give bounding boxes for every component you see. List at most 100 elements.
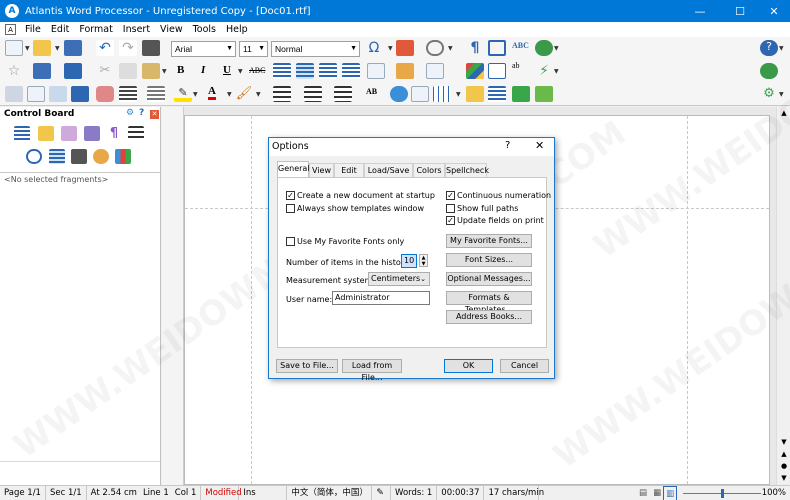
chevron-down-icon[interactable]: ▼ (256, 91, 261, 98)
favorite-fonts-only-checkbox[interactable] (286, 237, 295, 246)
cancel-button[interactable]: Cancel (500, 359, 549, 373)
status-insert-mode[interactable]: Ins (239, 485, 288, 500)
save-as-icon[interactable] (33, 63, 51, 79)
close-button[interactable]: ✕ (756, 0, 790, 22)
maximize-button[interactable]: ☐ (722, 0, 758, 22)
underline-button[interactable]: U (223, 64, 231, 76)
measurement-system-select[interactable]: Centimeters ⌄ (368, 272, 430, 286)
indent-icon[interactable] (147, 86, 165, 102)
browse-object-button[interactable]: ● (778, 461, 790, 472)
styles-icon[interactable]: ¶ (106, 126, 122, 141)
font-color-button[interactable]: A (208, 85, 216, 100)
status-editing-time[interactable]: 00:00:37 (437, 485, 485, 500)
dialog-help-button[interactable]: ? (505, 140, 510, 151)
bold-button[interactable]: B (177, 64, 184, 76)
replace-abc-icon[interactable]: ab (512, 62, 520, 70)
dialog-close-button[interactable]: ✕ (535, 139, 544, 152)
user-name-input[interactable]: Administrator (332, 291, 430, 305)
status-position[interactable]: At 2.54 cm (87, 486, 141, 500)
tab-colors[interactable]: Colors (413, 163, 445, 177)
chevron-down-icon[interactable]: ▼ (238, 68, 243, 75)
align-right-icon[interactable] (319, 63, 337, 79)
line-spacing-icon[interactable] (119, 86, 137, 102)
eraser-icon[interactable] (96, 86, 114, 102)
insert-picture-icon[interactable] (396, 63, 414, 79)
create-new-document-checkbox[interactable]: ✓ (286, 191, 295, 200)
highlight-marker-icon[interactable]: ✎ (174, 86, 192, 102)
ruler-toggle-icon[interactable] (488, 86, 506, 102)
color-palette-icon[interactable] (466, 63, 484, 79)
scroll-down-button[interactable]: ▼ (778, 437, 790, 448)
align-center-icon[interactable] (296, 63, 314, 79)
chevron-down-icon[interactable]: ▼ (55, 45, 60, 52)
full-screen-icon[interactable] (488, 40, 506, 56)
status-language[interactable]: 中文（简体，中国） (287, 485, 373, 500)
menu-view[interactable]: View (155, 24, 188, 35)
page-layout-view-icon[interactable]: ▥ (663, 485, 678, 500)
font-name-select[interactable]: Arial ▼ (171, 41, 236, 57)
bullet-list-icon[interactable] (273, 86, 291, 102)
world-icon[interactable] (760, 63, 778, 79)
chevron-down-icon[interactable]: ▼ (388, 45, 393, 52)
notes-icon[interactable] (466, 86, 484, 102)
addon-icon[interactable] (535, 86, 553, 102)
tab-spellcheck[interactable]: Spellcheck (445, 163, 489, 177)
autocorrect-icon[interactable] (93, 149, 109, 164)
status-zoom[interactable]: 100% (758, 486, 790, 500)
outline-icon[interactable] (49, 149, 65, 164)
help-icon[interactable]: ? (760, 40, 778, 56)
menu-help[interactable]: Help (221, 24, 253, 35)
next-page-button[interactable]: ▼ (778, 473, 790, 484)
find-binoculars-icon[interactable] (71, 149, 87, 164)
status-line[interactable]: Line 1 (141, 486, 171, 500)
chevron-down-icon[interactable]: ▼ (554, 68, 559, 75)
page-layout-icon[interactable] (488, 63, 506, 79)
insert-object-icon[interactable] (426, 63, 444, 79)
fragments-icon[interactable] (61, 126, 77, 141)
email-icon[interactable] (64, 63, 82, 79)
print-preview-icon[interactable] (49, 86, 67, 102)
redo-icon[interactable]: ↷ (119, 40, 137, 56)
menu-insert[interactable]: Insert (118, 24, 155, 35)
paste-icon[interactable] (142, 63, 160, 79)
edit-document-icon[interactable] (27, 86, 45, 102)
align-justify-icon[interactable] (342, 63, 360, 79)
numbered-list-icon[interactable] (304, 86, 322, 102)
bookmarks-icon[interactable] (38, 126, 54, 141)
paragraph-marks-icon[interactable]: ¶ (466, 40, 484, 56)
scroll-up-button[interactable]: ▲ (778, 108, 790, 119)
calendar-icon[interactable] (396, 40, 414, 56)
cut-scissors-icon[interactable]: ✂ (96, 63, 114, 79)
print-icon[interactable] (5, 86, 23, 102)
continuous-numeration-checkbox[interactable]: ✓ (446, 191, 455, 200)
status-section[interactable]: Sec 1/1 (46, 485, 87, 500)
tab-load-save[interactable]: Load/Save (364, 163, 413, 177)
chevron-down-icon[interactable]: ▼ (227, 91, 232, 98)
star-favorites-icon[interactable]: ☆ (5, 63, 23, 79)
table-icon[interactable] (433, 86, 451, 102)
superscript-ab-icon[interactable]: AB (366, 87, 377, 96)
chevron-down-icon[interactable]: ▼ (162, 68, 167, 75)
italic-button[interactable]: I (201, 64, 205, 76)
align-left-icon[interactable] (273, 63, 291, 79)
history-items-stepper[interactable]: ▲ ▼ (419, 254, 428, 267)
list-icon[interactable] (128, 126, 144, 141)
chevron-down-icon[interactable]: ▼ (779, 45, 784, 52)
tab-edit[interactable]: Edit (334, 163, 364, 177)
gear-icon[interactable]: ⚙ (126, 108, 134, 118)
style-select[interactable]: Normal ▼ (271, 41, 360, 57)
spellcheck-status-icon[interactable]: ✎ (372, 485, 392, 500)
save-icon[interactable] (64, 40, 82, 56)
chevron-down-icon[interactable]: ▼ (554, 45, 559, 52)
formats-templates-button[interactable]: Formats & Templates... (446, 291, 532, 314)
chevron-down-icon[interactable]: ▼ (193, 91, 198, 98)
chevron-down-icon[interactable]: ▼ (779, 91, 784, 98)
undo-icon[interactable]: ↶ (96, 40, 114, 56)
chevron-down-icon[interactable]: ▼ (448, 45, 453, 52)
chevron-down-icon[interactable]: ▼ (456, 91, 461, 98)
spellcheck-abc-icon[interactable]: ABC (512, 41, 529, 50)
tab-view[interactable]: View (309, 163, 334, 177)
menu-tools[interactable]: Tools (188, 24, 221, 35)
download-icon[interactable] (512, 86, 530, 102)
settings-gears-icon[interactable]: ⚙ (760, 86, 778, 102)
